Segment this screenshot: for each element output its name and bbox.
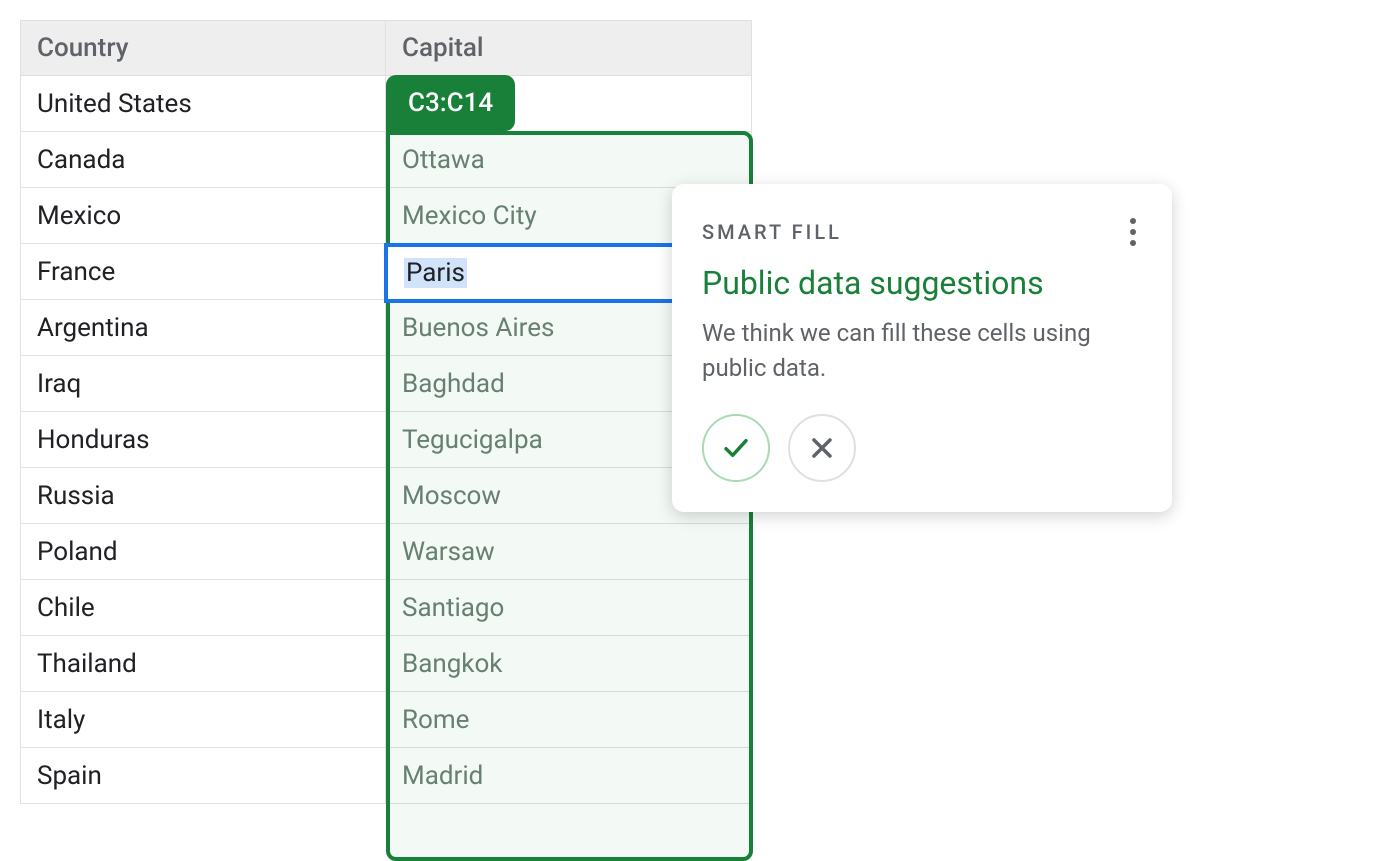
cell-country[interactable]: United States xyxy=(20,76,386,132)
cell-capital-suggestion[interactable]: Madrid xyxy=(386,748,752,804)
spreadsheet-table: Country Capital United States Canada Ott… xyxy=(20,20,752,804)
table-row: Russia Moscow xyxy=(20,468,752,524)
table-row: Canada Ottawa xyxy=(20,132,752,188)
table-row: Chile Santiago xyxy=(20,580,752,636)
cell-country[interactable]: Mexico xyxy=(20,188,386,244)
cell-capital-suggestion[interactable]: Ottawa xyxy=(386,132,752,188)
cell-country[interactable]: Poland xyxy=(20,524,386,580)
checkmark-icon xyxy=(720,432,752,464)
cell-country[interactable]: Canada xyxy=(20,132,386,188)
column-header-country[interactable]: Country xyxy=(20,20,386,76)
cell-capital-suggestion[interactable]: Santiago xyxy=(386,580,752,636)
table-row: Mexico Mexico City xyxy=(20,188,752,244)
cell-capital-suggestion[interactable]: Rome xyxy=(386,692,752,748)
cell-country[interactable]: Honduras xyxy=(20,412,386,468)
smart-fill-card: SMART FILL Public data suggestions We th… xyxy=(672,184,1172,512)
table-row: Honduras Tegucigalpa xyxy=(20,412,752,468)
cell-country[interactable]: Thailand xyxy=(20,636,386,692)
smart-fill-title: Public data suggestions xyxy=(702,264,1142,302)
range-label-badge: C3:C14 xyxy=(386,75,515,131)
more-options-icon[interactable] xyxy=(1124,212,1142,252)
accept-button[interactable] xyxy=(702,414,770,482)
smart-fill-actions xyxy=(702,414,1142,482)
table-row: Spain Madrid xyxy=(20,748,752,804)
cell-country[interactable]: Chile xyxy=(20,580,386,636)
smart-fill-description: We think we can fill these cells using p… xyxy=(702,316,1142,386)
table-row: Iraq Baghdad xyxy=(20,356,752,412)
column-header-capital[interactable]: Capital xyxy=(386,20,752,76)
table-row: France xyxy=(20,244,752,300)
cell-country[interactable]: Russia xyxy=(20,468,386,524)
table-row: Poland Warsaw xyxy=(20,524,752,580)
reject-button[interactable] xyxy=(788,414,856,482)
cell-capital-suggestion[interactable]: Warsaw xyxy=(386,524,752,580)
cell-country[interactable]: Spain xyxy=(20,748,386,804)
cell-country[interactable]: Italy xyxy=(20,692,386,748)
smart-fill-label: SMART FILL xyxy=(702,220,842,244)
table-row: Thailand Bangkok xyxy=(20,636,752,692)
cell-country[interactable]: France xyxy=(20,244,386,300)
cell-country[interactable]: Iraq xyxy=(20,356,386,412)
table-row: Italy Rome xyxy=(20,692,752,748)
table-row: Argentina Buenos Aires xyxy=(20,300,752,356)
table-header-row: Country Capital xyxy=(20,20,752,76)
cell-capital-suggestion[interactable]: Bangkok xyxy=(386,636,752,692)
close-icon xyxy=(806,432,838,464)
cell-country[interactable]: Argentina xyxy=(20,300,386,356)
